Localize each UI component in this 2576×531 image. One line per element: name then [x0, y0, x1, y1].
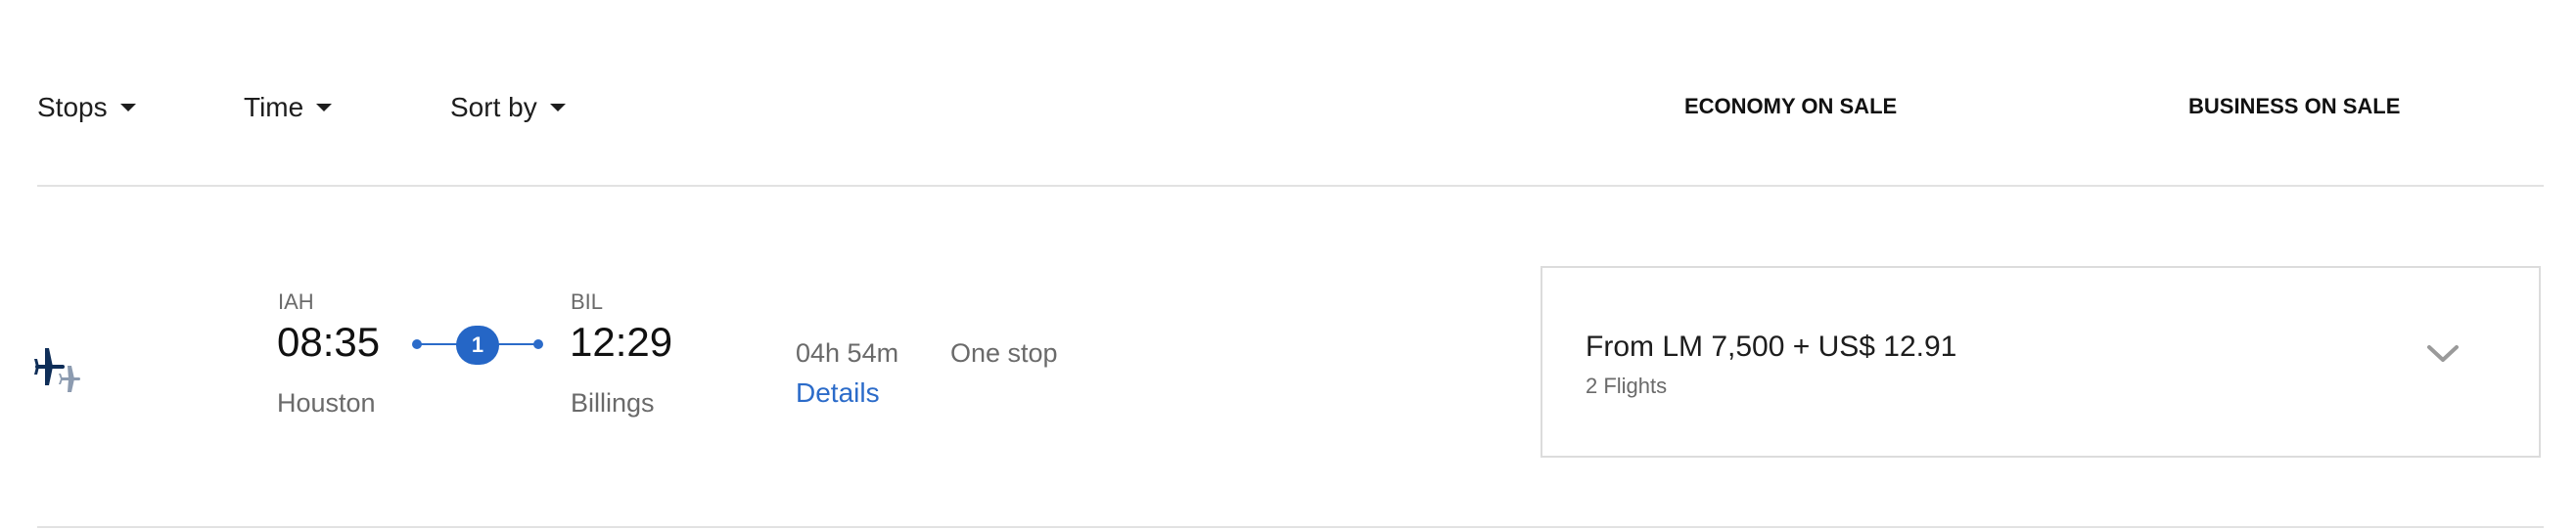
destination-airport-code: BIL	[571, 289, 604, 314]
business-cabin-heading: BUSINESS ON SALE	[2188, 94, 2401, 118]
origin-airport-code: IAH	[278, 289, 314, 314]
flight-results-page: Stops Time Sort by ECONOMY ON SALE BUSIN…	[0, 0, 2576, 531]
flights-count: 2 Flights	[1586, 374, 1668, 398]
time-filter-button[interactable]: Time	[244, 86, 333, 129]
flight-duration: 04h 54m	[796, 338, 899, 368]
sort-by-button[interactable]: Sort by	[450, 86, 566, 129]
caret-down-icon	[119, 104, 136, 111]
airplane-logo-icon	[34, 348, 80, 392]
route-start-dot	[412, 339, 422, 349]
stops-filter-label: Stops	[37, 92, 108, 122]
details-link[interactable]: Details	[796, 377, 880, 409]
departure-time: 08:35	[277, 319, 381, 365]
price-text: From LM 7,500 + US$ 12.91	[1586, 331, 1957, 363]
stop-count-badge: 1	[456, 326, 499, 365]
sort-by-label: Sort by	[450, 92, 537, 122]
origin-city: Houston	[277, 388, 376, 418]
destination-city: Billings	[571, 388, 655, 418]
stops-filter-button[interactable]: Stops	[37, 86, 136, 129]
caret-down-icon	[316, 104, 333, 111]
row-divider	[37, 526, 2544, 528]
header-divider	[37, 185, 2544, 187]
stops-summary: One stop	[950, 338, 1058, 368]
caret-down-icon	[549, 104, 566, 111]
chevron-down-icon[interactable]	[2425, 336, 2461, 372]
economy-price-card[interactable]: From LM 7,500 + US$ 12.91 2 Flights	[1541, 266, 2541, 458]
economy-cabin-heading: ECONOMY ON SALE	[1684, 94, 1898, 118]
time-filter-label: Time	[244, 92, 304, 122]
arrival-time: 12:29	[570, 319, 673, 365]
route-end-dot	[533, 339, 543, 349]
